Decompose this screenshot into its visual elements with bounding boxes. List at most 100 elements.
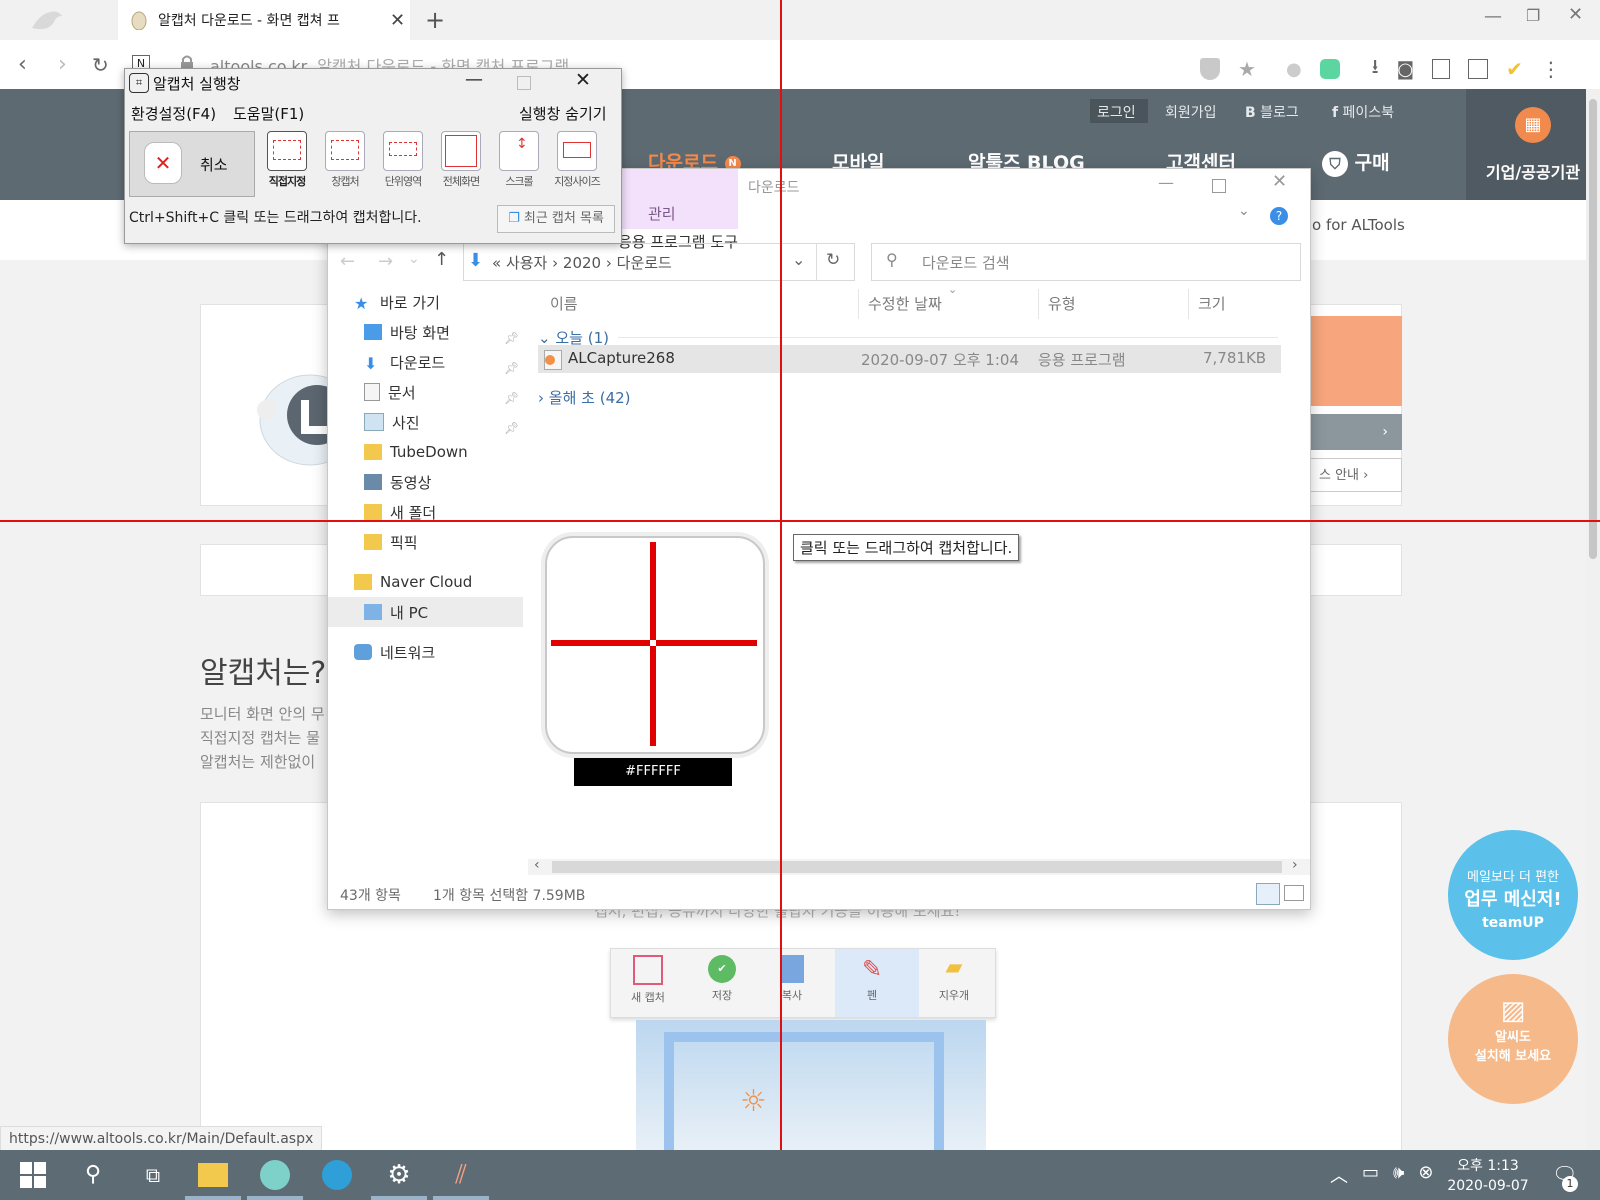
recent-captures-button[interactable]: ❐ 최근 캡처 목록: [497, 205, 615, 233]
column-size[interactable]: 크기: [1198, 293, 1226, 314]
download-button-bg[interactable]: [1310, 316, 1402, 406]
capture-maximize-icon[interactable]: [517, 76, 531, 90]
shield-icon[interactable]: [1200, 58, 1220, 80]
signup-link[interactable]: 회원가입: [1165, 102, 1217, 122]
menu-hide[interactable]: 실행창 숨기기: [519, 103, 607, 124]
settings-gear-icon[interactable]: ⚙: [382, 1158, 416, 1192]
sidebar-icon[interactable]: [1468, 59, 1489, 79]
column-type[interactable]: 유형: [1048, 293, 1076, 314]
nav-documents[interactable]: 문서: [364, 377, 416, 407]
tool-fixed-size[interactable]: 지정사이즈: [549, 131, 605, 195]
nav-videos[interactable]: 동영상: [364, 467, 431, 497]
column-name[interactable]: 이름: [550, 293, 578, 314]
address-dropdown-icon[interactable]: ⌄: [792, 250, 805, 269]
nav-new-folder[interactable]: 새 폴더: [364, 497, 436, 527]
tiles-view-icon[interactable]: [1284, 885, 1304, 901]
corp-button[interactable]: ▦ 기업/공공기관: [1466, 89, 1600, 200]
capture-close-icon[interactable]: ✕: [575, 69, 591, 91]
search-box[interactable]: ⚲ 다운로드 검색: [871, 243, 1301, 281]
nav-picpick[interactable]: 픽픽: [364, 527, 418, 557]
pro-text[interactable]: o for ALTools: [1312, 216, 1405, 234]
minimize-icon[interactable]: —: [1484, 6, 1502, 27]
explorer-minimize-icon[interactable]: —: [1158, 173, 1174, 192]
facebook-link[interactable]: f 페이스북: [1332, 102, 1394, 122]
nav-this-pc[interactable]: 내 PC: [364, 597, 428, 627]
menu-settings[interactable]: 환경설정(F4): [131, 103, 216, 124]
forward-icon[interactable]: ›: [58, 52, 67, 77]
more-menu-icon[interactable]: ⋮: [1541, 57, 1561, 81]
new-tab-icon[interactable]: +: [425, 6, 445, 34]
tool-scroll[interactable]: ↕ 스크롤: [491, 131, 547, 195]
hscroll-thumb[interactable]: [552, 861, 1282, 873]
help-icon[interactable]: ?: [1270, 207, 1288, 225]
tray-expand-icon[interactable]: ︿: [1330, 1162, 1348, 1188]
download-icon[interactable]: ⭳: [1372, 52, 1379, 86]
close-window-icon[interactable]: ✕: [1568, 4, 1583, 25]
line-app-icon[interactable]: [1319, 59, 1340, 79]
tab-close-icon[interactable]: ✕: [390, 10, 405, 31]
restore-icon[interactable]: ❐: [1526, 6, 1540, 25]
teamup-promo[interactable]: 메일보다 더 편한 업무 메신저! teamUP: [1448, 830, 1578, 960]
breadcrumb-path[interactable]: « 사용자 › 2020 › 다운로드: [492, 252, 672, 273]
check-extension-icon[interactable]: ✔: [1506, 57, 1523, 81]
alsee-promo[interactable]: ▨ 알씨도 설치해 보세요: [1448, 974, 1578, 1104]
tool-direct-select[interactable]: 직접지정: [259, 131, 315, 195]
whale-browser-icon[interactable]: [258, 1158, 292, 1192]
capture-minimize-icon[interactable]: —: [465, 69, 483, 90]
ribbon-tab-manage[interactable]: 관리: [648, 203, 676, 224]
volume-icon[interactable]: 🕪︎: [1393, 1162, 1404, 1188]
tool-unit-area[interactable]: 단위영역: [375, 131, 431, 195]
nav-buy[interactable]: ⛉ 구매: [1322, 148, 1390, 177]
blog-link[interactable]: B 블로그: [1245, 102, 1299, 122]
details-view-icon[interactable]: [1256, 883, 1280, 905]
copy-tool[interactable]: 복사: [767, 955, 817, 1003]
breadcrumb[interactable]: ⬇ « 사용자 › 2020 › 다운로드 ⌄ ↻: [463, 243, 855, 281]
cancel-button[interactable]: ✕ 취소: [129, 131, 255, 197]
page-scrollbar[interactable]: [1586, 89, 1600, 1149]
scroll-left-icon[interactable]: ‹: [534, 857, 540, 873]
tool-window-capture[interactable]: 창캡처: [317, 131, 373, 195]
ribbon-expand-icon[interactable]: ⌄: [1238, 203, 1250, 219]
search-taskbar-icon[interactable]: ⚲: [76, 1158, 110, 1192]
network-tray-icon[interactable]: ▭: [1362, 1162, 1379, 1188]
nav-network[interactable]: 네트워크: [354, 637, 435, 667]
clock[interactable]: 오후 1:13 2020-09-07: [1438, 1156, 1538, 1196]
column-date[interactable]: 수정한 날짜: [868, 293, 942, 314]
login-link[interactable]: 로그인: [1097, 102, 1136, 122]
up-folder-icon[interactable]: ↑: [434, 249, 449, 270]
pen-tool[interactable]: ✎ 펜: [847, 955, 897, 1003]
star-icon[interactable]: ★: [1238, 57, 1256, 81]
file-explorer-taskbar-icon[interactable]: [196, 1158, 230, 1192]
camera-icon[interactable]: ◙: [1397, 59, 1414, 80]
explorer-close-icon[interactable]: ✕: [1272, 171, 1287, 192]
explorer-maximize-icon[interactable]: [1212, 179, 1226, 193]
windows-start-icon[interactable]: [16, 1158, 50, 1192]
nav-tubedown[interactable]: TubeDown: [364, 437, 468, 467]
nav-pictures[interactable]: 사진: [364, 407, 420, 437]
mute-x-icon[interactable]: ⊗: [1418, 1162, 1433, 1188]
nav-naver-cloud[interactable]: Naver Cloud: [354, 567, 472, 597]
explorer-forward-icon[interactable]: →: [378, 251, 393, 272]
save-tool[interactable]: ✔ 저장: [697, 955, 747, 1003]
horizontal-scrollbar[interactable]: ‹ ›: [528, 857, 1310, 875]
info-button[interactable]: ›: [1310, 414, 1402, 450]
tab-active[interactable]: 알캡처 다운로드 - 화면 캡쳐 프 ✕: [118, 0, 410, 40]
recent-dropdown-icon[interactable]: ⌄: [408, 251, 420, 267]
alcapture-taskbar-icon[interactable]: ⫽: [444, 1158, 478, 1192]
share-icon[interactable]: ●: [1286, 59, 1302, 80]
explorer-back-icon[interactable]: ←: [340, 251, 355, 272]
menu-help[interactable]: 도움말(F1): [233, 103, 304, 124]
reload-icon[interactable]: ↻: [92, 53, 109, 77]
tool-full-screen[interactable]: 전체화면: [433, 131, 489, 195]
edge-browser-icon[interactable]: [320, 1158, 354, 1192]
refresh-icon[interactable]: ↻: [826, 250, 840, 270]
eraser-tool[interactable]: ▰ 지우개: [929, 955, 979, 1003]
guide-link[interactable]: 스 안내 ›: [1310, 458, 1402, 492]
nav-downloads[interactable]: ⬇ 다운로드: [364, 347, 445, 377]
task-view-icon[interactable]: ⧉: [136, 1158, 170, 1192]
nav-quick-access[interactable]: ★ 바로 가기: [354, 287, 440, 317]
scroll-right-icon[interactable]: ›: [1292, 857, 1298, 873]
back-icon[interactable]: ‹: [18, 52, 27, 77]
group-this-year[interactable]: › 올해 초 (42): [538, 387, 631, 408]
reader-icon[interactable]: [1432, 59, 1451, 79]
